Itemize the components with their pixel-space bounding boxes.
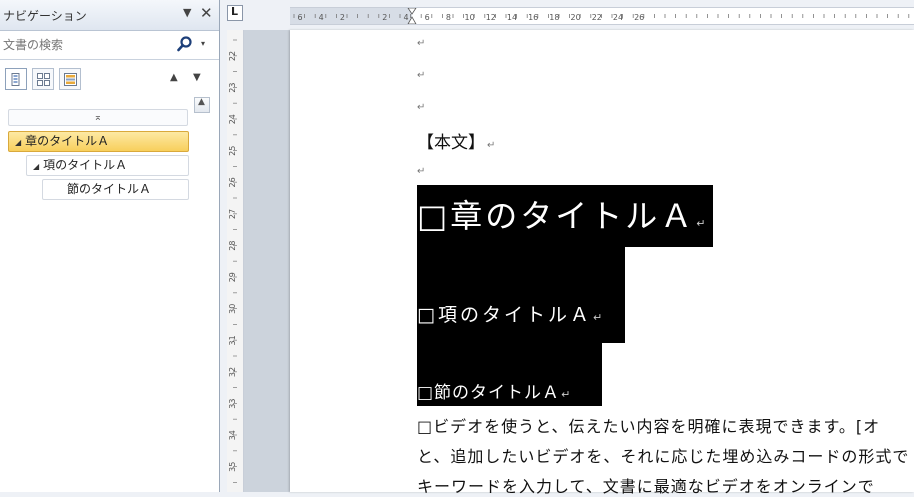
view-tabs: ▲ ▼ bbox=[0, 60, 219, 100]
ruler-label: 6 bbox=[425, 13, 430, 22]
search-icon[interactable] bbox=[176, 35, 194, 53]
tree-item-label: 章のタイトルＡ bbox=[25, 134, 110, 148]
paragraph-mark: ↵ bbox=[592, 311, 606, 324]
navigation-pane-title: ナビゲーション bbox=[3, 9, 87, 23]
ruler-label: 10 bbox=[465, 13, 475, 22]
pane-options-dropdown[interactable]: ▼ bbox=[183, 6, 191, 19]
ruler-toggle-button[interactable]: L bbox=[227, 5, 243, 21]
tab-stop-icon: L bbox=[231, 5, 239, 18]
body-text-line[interactable]: キーワードを入力して、文書に最適なビデオをオンラインで bbox=[417, 473, 914, 497]
ruler-label: 6 bbox=[297, 13, 302, 22]
heading-chapter[interactable]: □章のタイトルＡ↵ bbox=[417, 191, 708, 237]
paragraph-mark: ↵ bbox=[417, 38, 426, 49]
ruler-label: 4 bbox=[403, 13, 408, 22]
tree-item-subsection[interactable]: 節のタイトルＡ bbox=[42, 179, 189, 200]
paragraph-mark: ↵ bbox=[487, 140, 496, 151]
horizontal-ruler-scale: 6 4 2 2 4 6 8 10 12 14 16 18 20 22 24 26 bbox=[293, 8, 910, 24]
vertical-ruler: 2223242526272829303132333435 bbox=[227, 30, 244, 492]
selection-highlight bbox=[417, 247, 625, 343]
search-results-icon bbox=[64, 73, 77, 86]
ruler-label: 8 bbox=[446, 13, 451, 22]
ruler-label: 20 bbox=[571, 13, 581, 22]
collapse-icon: ⌅ bbox=[93, 112, 103, 123]
tab-headings[interactable] bbox=[5, 68, 27, 90]
tree-item-label: 節のタイトルＡ bbox=[67, 182, 152, 196]
ruler-label: 16 bbox=[528, 13, 538, 22]
ruler-label: 2 bbox=[382, 13, 387, 22]
scroll-up-arrow-icon: ▲ bbox=[198, 97, 205, 107]
paragraph-mark: ↵ bbox=[417, 70, 426, 81]
thumbnails-grid-icon bbox=[37, 73, 50, 86]
next-heading-button[interactable]: ▼ bbox=[193, 72, 201, 83]
ruler-label: 2 bbox=[340, 13, 345, 22]
expander-icon[interactable]: ◢ bbox=[33, 157, 39, 176]
tree-scroll-up-button[interactable]: ▲ bbox=[194, 97, 210, 113]
body-text-line[interactable]: と、追加したいビデオを、それに応じた埋め込みコードの形式で bbox=[417, 443, 914, 467]
heading-subsection[interactable]: □節のタイトルＡ↵ bbox=[417, 378, 571, 403]
ruler-label: 24 bbox=[613, 13, 623, 22]
tree-item-label: 項のタイトルＡ bbox=[43, 158, 128, 172]
tab-pages[interactable] bbox=[32, 68, 54, 90]
tree-item-chapter[interactable]: ◢ 章のタイトルＡ bbox=[8, 131, 189, 152]
collapse-all-button[interactable]: ⌅ bbox=[8, 109, 188, 126]
indent-marker[interactable] bbox=[407, 8, 417, 24]
ruler-label: 26 bbox=[634, 13, 644, 22]
paragraph-mark: ↵ bbox=[417, 102, 426, 113]
tab-results[interactable] bbox=[59, 68, 81, 90]
tree-item-section[interactable]: ◢ 項のタイトルＡ bbox=[26, 155, 189, 176]
ruler-label: 12 bbox=[486, 13, 496, 22]
ruler-label: 18 bbox=[549, 13, 559, 22]
expander-icon[interactable]: ◢ bbox=[15, 133, 21, 152]
navigation-pane-header: ナビゲーション ▼ ✕ bbox=[0, 0, 219, 31]
ruler-label: 14 bbox=[507, 13, 517, 22]
horizontal-ruler[interactable]: 6 4 2 2 4 6 8 10 12 14 16 18 20 22 24 26 bbox=[290, 7, 914, 25]
previous-heading-button[interactable]: ▲ bbox=[170, 72, 178, 83]
heading-tree: ▲ ⌅ ◢ 章のタイトルＡ ◢ 項のタイトルＡ 節のタイトルＡ bbox=[0, 97, 219, 492]
ruler-label: 4 bbox=[319, 13, 324, 22]
heading-section-text: □項のタイトルＡ bbox=[417, 304, 592, 326]
body-marker-text: 【本文】 bbox=[417, 133, 485, 153]
search-input[interactable] bbox=[3, 36, 168, 54]
paragraph-mark: ↵ bbox=[417, 166, 426, 177]
close-pane-button[interactable]: ✕ bbox=[200, 4, 213, 22]
paragraph-mark: ↵ bbox=[696, 217, 709, 230]
heading-section[interactable]: □項のタイトルＡ↵ bbox=[417, 300, 605, 327]
heading-chapter-text: □章のタイトルＡ bbox=[417, 197, 696, 235]
navigation-pane: ナビゲーション ▼ ✕ ▾ bbox=[0, 0, 220, 492]
body-marker-line[interactable]: 【本文】 ↵ bbox=[417, 128, 495, 153]
ruler-label: 22 bbox=[592, 13, 602, 22]
search-box: ▾ bbox=[0, 31, 219, 60]
body-text-line[interactable]: □ビデオを使うと、伝えたい内容を明確に表現できます。[オ bbox=[417, 413, 914, 437]
heading-subsection-text: □節のタイトルＡ bbox=[417, 383, 561, 403]
document-headings-icon bbox=[11, 73, 20, 86]
paragraph-mark: ↵ bbox=[561, 388, 572, 401]
search-options-dropdown[interactable]: ▾ bbox=[201, 39, 205, 48]
